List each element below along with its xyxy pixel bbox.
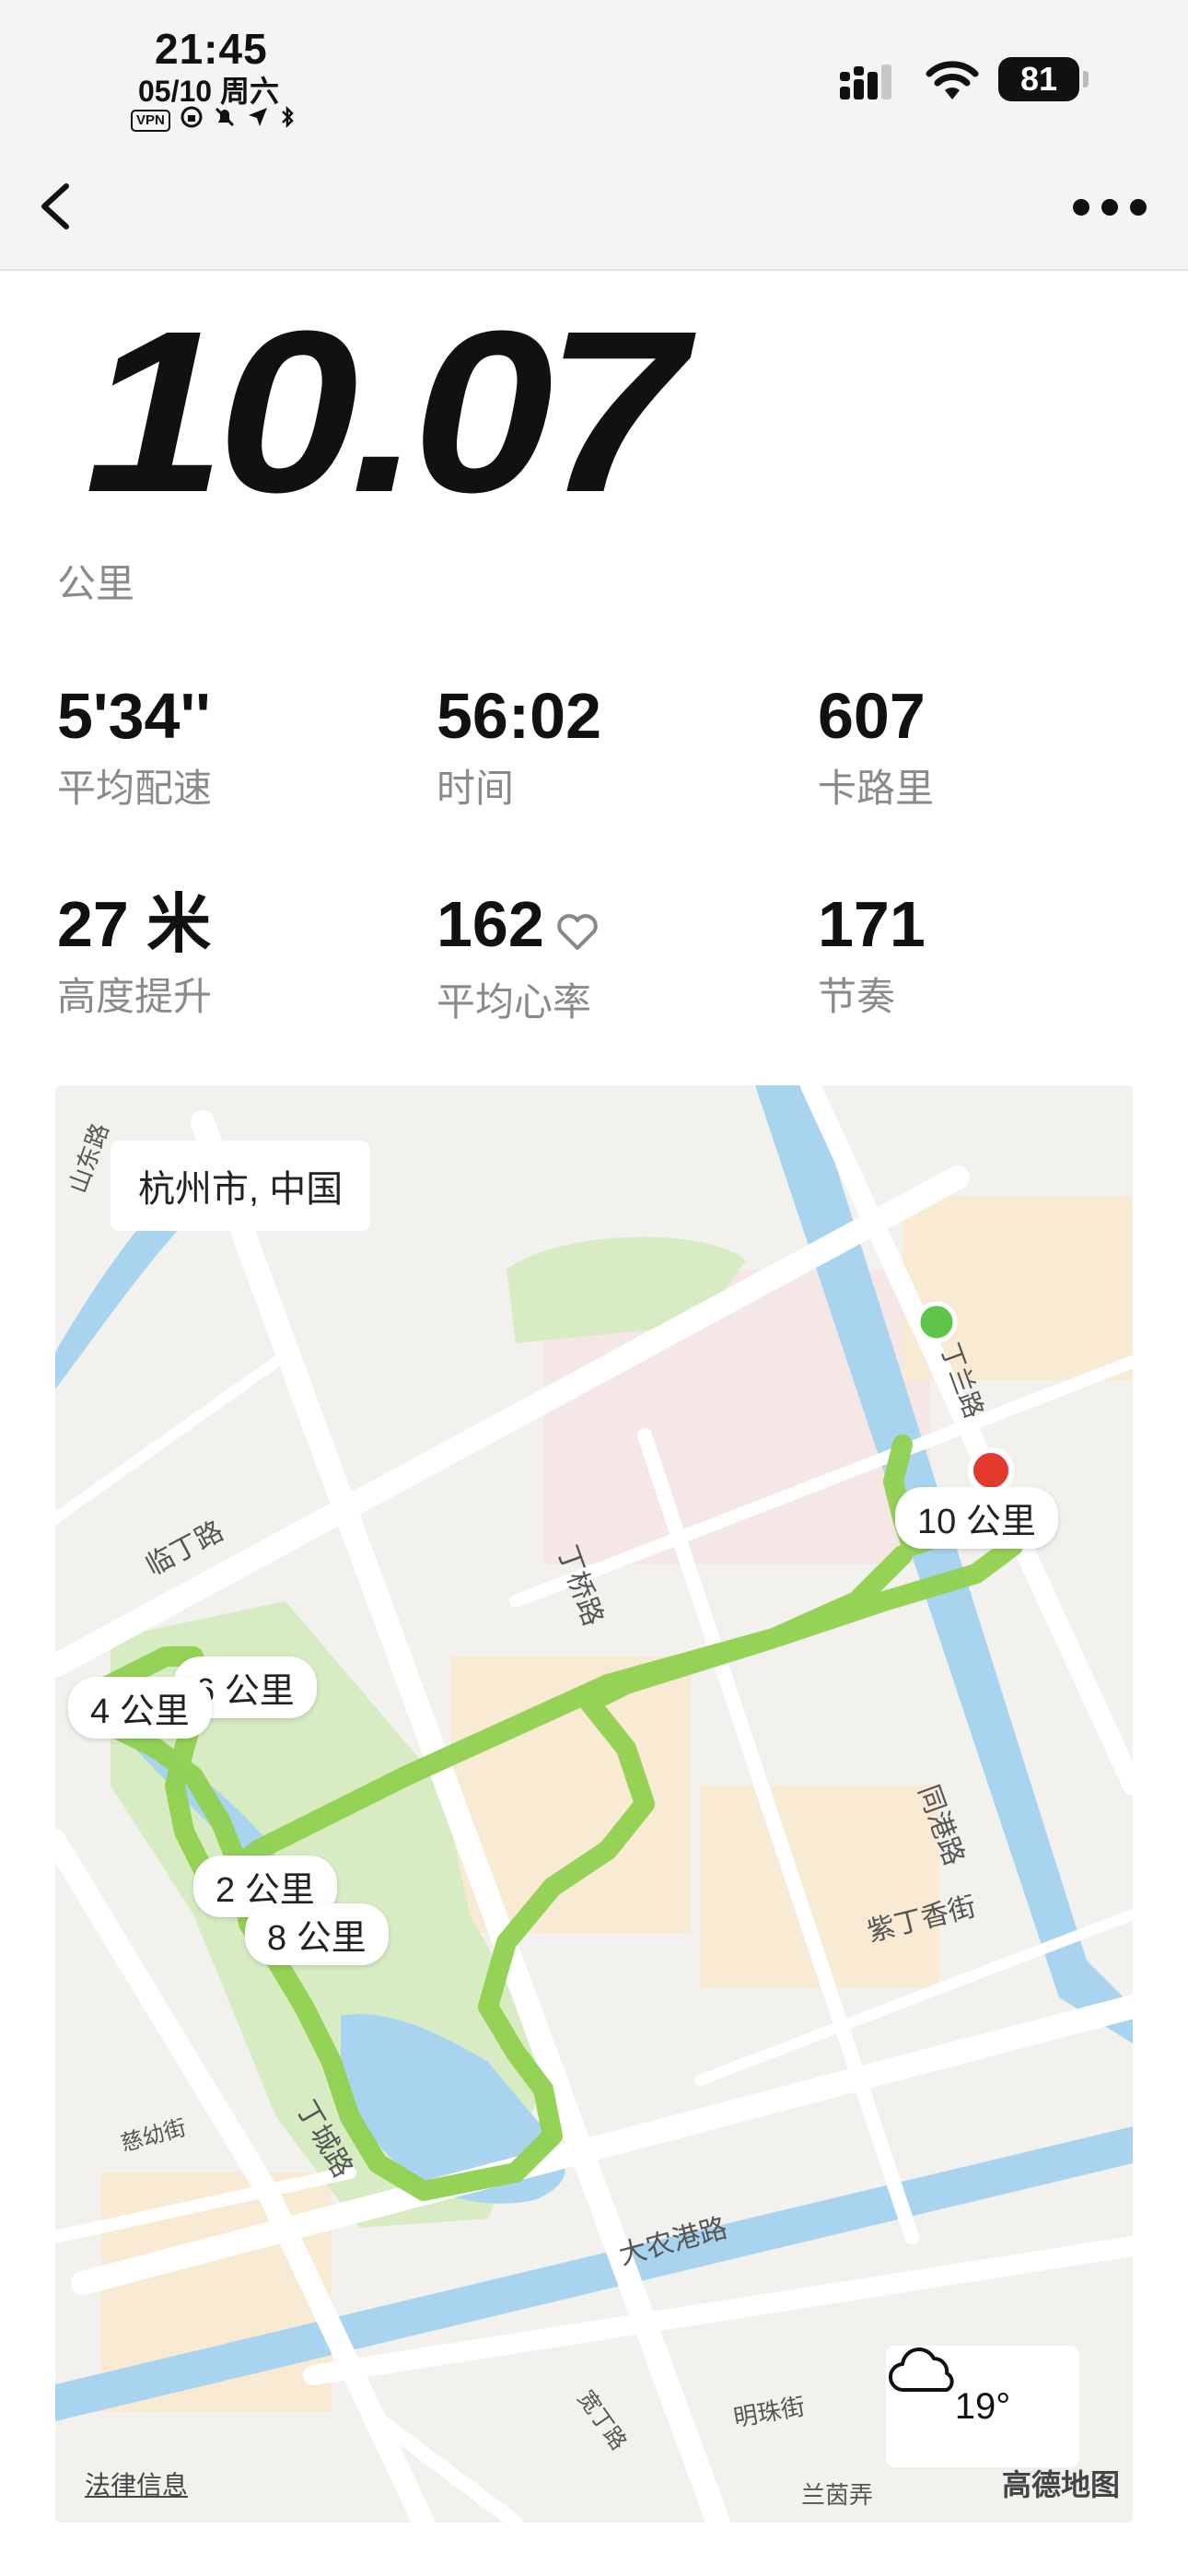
stat-label: 节奏 <box>818 975 896 1018</box>
location-label: 杭州市, 中国 <box>111 1141 371 1231</box>
stat-time: 56:02 时间 <box>437 684 601 814</box>
stat-avg-heart-rate: 162 平均心率 <box>437 892 600 1027</box>
ellipsis-icon <box>1073 199 1147 216</box>
mute-bell-icon <box>213 105 237 135</box>
battery-indicator: 81 <box>998 57 1089 101</box>
stat-value: 27 米 <box>57 888 212 960</box>
back-button[interactable] <box>28 177 87 236</box>
stat-label: 时间 <box>437 767 515 810</box>
stat-elevation-gain: 27 米 高度提升 <box>57 892 212 1022</box>
total-distance: 10.07 <box>85 283 686 540</box>
stat-value: 56:02 <box>437 680 602 752</box>
stat-label: 高度提升 <box>57 975 213 1018</box>
stat-value: 162 <box>437 888 544 960</box>
status-time: 21:45 <box>155 25 268 73</box>
bluetooth-icon <box>279 105 296 135</box>
heart-icon <box>555 897 600 962</box>
status-icons: VPN <box>131 105 296 135</box>
km-marker-4: 4 公里 <box>68 1677 212 1739</box>
distance-unit: 公里 <box>57 562 135 605</box>
wifi-icon <box>925 59 980 108</box>
stat-label: 平均心率 <box>437 979 592 1024</box>
status-bar: 21:45 05/10 周六 VPN 81 <box>0 0 1188 157</box>
km-marker-10: 10 公里 <box>895 1487 1058 1549</box>
stat-value: 171 <box>818 888 926 960</box>
vpn-badge: VPN <box>131 109 170 132</box>
stat-avg-pace: 5'34'' 平均配速 <box>57 684 212 814</box>
more-options-button[interactable] <box>1068 193 1151 221</box>
stat-value: 5'34'' <box>57 680 211 752</box>
road-label: 兰茵弄 <box>801 2481 874 2509</box>
map-provider-logo: 高德地图 <box>1001 2468 1120 2501</box>
chevron-left-icon <box>41 183 69 229</box>
weather-badge: 19° <box>886 2346 1079 2467</box>
km-marker-8: 8 公里 <box>245 1903 389 1965</box>
location-arrow-icon <box>246 105 270 135</box>
cellular-signal-icon <box>840 63 904 108</box>
map-canvas <box>55 1085 1133 2523</box>
cloud-icon <box>888 2348 954 2393</box>
stat-label: 卡路里 <box>818 767 935 810</box>
stat-cadence: 171 节奏 <box>818 892 926 1022</box>
legal-info-link[interactable]: 法律信息 <box>85 2465 188 2502</box>
nav-bar <box>0 157 1188 271</box>
stat-calories: 607 卡路里 <box>818 684 934 814</box>
stat-value: 607 <box>818 680 926 752</box>
route-map[interactable]: 杭州市, 中国 10 公里 6 公里 4 公里 2 公里 8 公里 丁桥路 临丁… <box>55 1085 1133 2523</box>
lock-rotation-icon <box>180 105 204 135</box>
stat-label: 平均配速 <box>57 767 213 810</box>
start-pin-icon <box>915 1301 958 1343</box>
